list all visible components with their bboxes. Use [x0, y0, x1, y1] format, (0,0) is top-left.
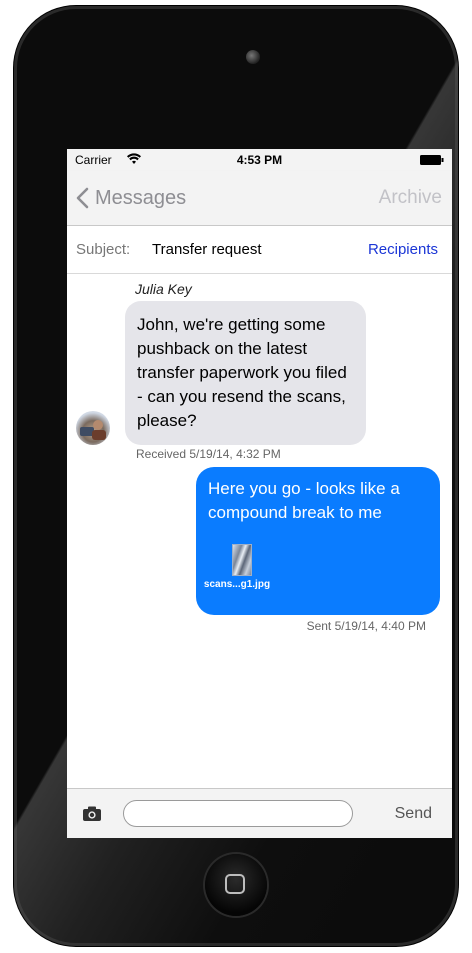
home-square-icon: [225, 874, 245, 894]
back-button-label: Messages: [95, 186, 187, 209]
sent-timestamp: Sent 5/19/14, 4:40 PM: [306, 619, 426, 633]
xray-thumbnail-icon: [232, 544, 252, 576]
camera-icon[interactable]: [83, 806, 101, 821]
avatar-photo-icon: [80, 420, 106, 440]
sender-name: Julia Key: [135, 281, 192, 297]
avatar[interactable]: [76, 411, 110, 445]
image-attachment[interactable]: scans...g1.jpg: [202, 539, 272, 605]
status-bar: Carrier 4:53 PM: [67, 149, 452, 171]
battery-icon: [420, 155, 444, 165]
home-button[interactable]: [205, 854, 267, 916]
phone-frame: Carrier 4:53 PM Messages Archive Subject…: [14, 6, 458, 946]
subject-value: Transfer request: [152, 241, 262, 258]
screen: Carrier 4:53 PM Messages Archive Subject…: [67, 149, 452, 838]
message-composer: Send: [67, 788, 452, 838]
message-input[interactable]: [123, 800, 353, 827]
subject-bar: Subject: Transfer request Recipients: [67, 226, 452, 274]
incoming-message-text: John, we're getting some pushback on the…: [137, 315, 347, 430]
send-button[interactable]: Send: [395, 805, 432, 823]
chevron-left-icon: [76, 187, 89, 209]
attachment-filename: scans...g1.jpg: [203, 579, 271, 590]
subject-label: Subject:: [76, 241, 131, 258]
status-time: 4:53 PM: [236, 153, 283, 167]
back-button[interactable]: Messages: [75, 185, 186, 211]
received-timestamp: Received 5/19/14, 4:32 PM: [136, 447, 281, 461]
outgoing-message-text: Here you go - looks like a compound brea…: [208, 479, 400, 522]
navigation-bar: Messages Archive: [67, 171, 452, 226]
front-camera-icon: [246, 50, 260, 64]
recipients-link[interactable]: Recipients: [368, 241, 438, 258]
archive-button[interactable]: Archive: [379, 187, 442, 209]
incoming-message-bubble[interactable]: John, we're getting some pushback on the…: [125, 301, 366, 445]
